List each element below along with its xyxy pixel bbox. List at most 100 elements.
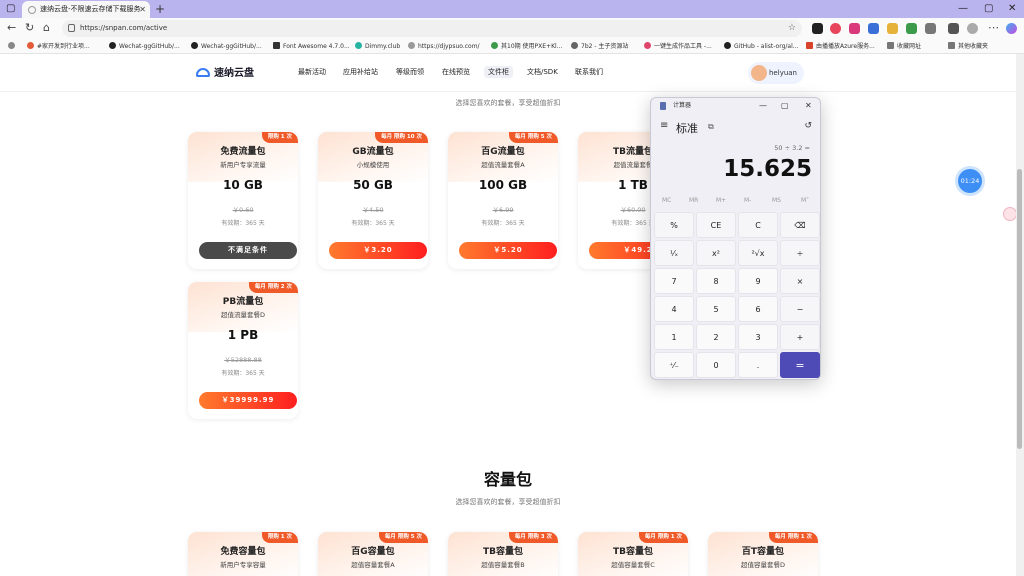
extension-icon[interactable]: [849, 23, 860, 34]
maximize-icon[interactable]: ▢: [781, 98, 789, 114]
tab-actions-icon[interactable]: ▢: [6, 0, 15, 18]
extension-icon[interactable]: [906, 23, 917, 34]
key-add[interactable]: +: [780, 324, 820, 350]
package-size: 100 GB: [478, 178, 528, 192]
extension-icon[interactable]: [887, 23, 898, 34]
bookmark-item[interactable]: Dimmy.club: [355, 39, 400, 54]
bookmark-item[interactable]: Font Awesome 4.7.0...: [273, 39, 350, 54]
key-clear[interactable]: C: [738, 212, 778, 238]
site-logo[interactable]: 速纳云盘: [196, 64, 254, 79]
memory-subtract-button[interactable]: M-: [744, 197, 751, 204]
home-icon[interactable]: ⌂: [43, 21, 50, 34]
new-tab-button[interactable]: +: [155, 1, 165, 17]
other-bookmarks-folder[interactable]: 其他收藏夹: [948, 39, 988, 54]
extension-icon[interactable]: [868, 23, 879, 34]
bookmark-folder-icon[interactable]: [8, 39, 18, 54]
maximize-icon[interactable]: ▢: [984, 0, 993, 18]
memory-recall-button[interactable]: MR: [689, 197, 698, 204]
memory-add-button[interactable]: M+: [716, 197, 726, 204]
memory-store-button[interactable]: MS: [772, 197, 781, 204]
buy-button[interactable]: ￥39999.99: [199, 392, 297, 409]
key-3[interactable]: 3: [738, 324, 778, 350]
page-scrollbar[interactable]: [1016, 54, 1024, 576]
key-square[interactable]: x²: [696, 240, 736, 266]
calculator-titlebar[interactable]: 计算器: [651, 98, 820, 114]
close-tab-icon[interactable]: ✕: [139, 1, 146, 18]
history-icon[interactable]: ↺: [804, 121, 812, 131]
bookmark-item[interactable]: 一键生成作品工具 -...: [644, 39, 712, 54]
bookmark-folder[interactable]: 收藏网址: [887, 39, 921, 54]
key-5[interactable]: 5: [696, 296, 736, 322]
key-subtract[interactable]: −: [780, 296, 820, 322]
copilot-icon[interactable]: [1006, 23, 1017, 34]
key-2[interactable]: 2: [696, 324, 736, 350]
key-0[interactable]: 0: [696, 352, 736, 378]
bookmark-item[interactable]: Wechat-ggGitHub/...: [191, 39, 262, 54]
nav-item-contact[interactable]: 联系我们: [575, 67, 603, 77]
close-icon[interactable]: ✕: [805, 98, 812, 114]
nav-item-preview[interactable]: 在线预览: [442, 67, 470, 77]
package-name: 免费流量包: [220, 147, 266, 157]
extension-icon[interactable]: [830, 23, 841, 34]
package-name: GB流量包: [352, 147, 394, 157]
countdown-timer[interactable]: 01:24: [958, 169, 982, 193]
package-desc: 超值流量套餐A: [481, 161, 525, 169]
key-decimal[interactable]: .: [738, 352, 778, 378]
bookmark-item[interactable]: GitHub - alist-org/al...: [724, 39, 798, 54]
favorite-star-icon[interactable]: ☆: [788, 20, 796, 37]
profile-avatar-icon[interactable]: [967, 23, 978, 34]
refresh-icon[interactable]: ↻: [25, 21, 34, 34]
key-negate[interactable]: ⁺⁄₋: [654, 352, 694, 378]
bookmark-item[interactable]: Wechat-ggGitHub/...: [109, 39, 180, 54]
memory-clear-button[interactable]: MC: [662, 197, 671, 204]
user-menu[interactable]: helyuan: [748, 62, 804, 84]
split-screen-icon[interactable]: [948, 23, 959, 34]
minimize-icon[interactable]: —: [759, 98, 767, 114]
capacity-card: 每月 限购 5 次 百G容量包 超值容量套餐A: [318, 532, 428, 576]
bookmark-item[interactable]: 7b2 - 主子资源站: [571, 39, 628, 54]
scrollbar-thumb[interactable]: [1017, 169, 1022, 449]
close-window-icon[interactable]: ✕: [1008, 0, 1016, 18]
hamburger-menu-icon[interactable]: ≡: [660, 120, 668, 131]
memory-list-button[interactable]: M˅: [801, 197, 809, 204]
key-6[interactable]: 6: [738, 296, 778, 322]
more-menu-icon[interactable]: ⋯: [988, 21, 999, 34]
key-clear-entry[interactable]: CE: [696, 212, 736, 238]
keep-on-top-icon[interactable]: ⧉: [708, 122, 714, 132]
nav-item-files[interactable]: 文件柜: [484, 66, 513, 78]
extension-icon[interactable]: [925, 23, 936, 34]
key-7[interactable]: 7: [654, 268, 694, 294]
package-desc: 超值容量套餐A: [351, 561, 395, 569]
buy-button[interactable]: ￥5.20: [459, 242, 557, 259]
buy-button[interactable]: ￥3.20: [329, 242, 427, 259]
key-1[interactable]: 1: [654, 324, 694, 350]
key-4[interactable]: 4: [654, 296, 694, 322]
key-9[interactable]: 9: [738, 268, 778, 294]
back-icon[interactable]: ←: [7, 21, 16, 34]
key-equals[interactable]: =: [780, 352, 820, 378]
minimize-icon[interactable]: —: [958, 0, 968, 18]
bookmark-item[interactable]: #家开发到行业项...: [27, 39, 90, 54]
original-price: ￥4.50: [362, 206, 384, 214]
nav-item-level[interactable]: 等级而领: [396, 67, 424, 77]
browser-tab[interactable]: 速纳云盘-不限速云存储下载服务 ✕: [22, 1, 150, 18]
nav-item-apps[interactable]: 应用补给站: [343, 67, 378, 77]
flow-card: 每月 限购 10 次 GB流量包 小规模使用 50 GB ￥4.50 有效期：3…: [318, 132, 428, 269]
floating-helper-icon[interactable]: [1003, 207, 1017, 221]
key-multiply[interactable]: ×: [780, 268, 820, 294]
key-backspace[interactable]: ⌫: [780, 212, 820, 238]
bookmark-item[interactable]: https://djypsuo.com/: [408, 39, 480, 54]
address-input[interactable]: https://snpan.com/active ☆: [62, 20, 802, 37]
bookmark-item[interactable]: 其10期 使用PXE+Kl...: [491, 39, 562, 54]
extension-icon[interactable]: [812, 23, 823, 34]
nav-item-docs[interactable]: 文档/SDK: [527, 67, 558, 77]
buy-button[interactable]: 不满足条件: [199, 242, 297, 259]
original-price: ￥6.99: [492, 206, 514, 214]
key-8[interactable]: 8: [696, 268, 736, 294]
key-percent[interactable]: %: [654, 212, 694, 238]
bookmark-item[interactable]: 由播播放Azure服务...: [806, 39, 875, 54]
key-reciprocal[interactable]: ¹⁄ₓ: [654, 240, 694, 266]
key-sqrt[interactable]: ²√x: [738, 240, 778, 266]
nav-item-latest[interactable]: 最新活动: [298, 67, 326, 77]
key-divide[interactable]: ÷: [780, 240, 820, 266]
